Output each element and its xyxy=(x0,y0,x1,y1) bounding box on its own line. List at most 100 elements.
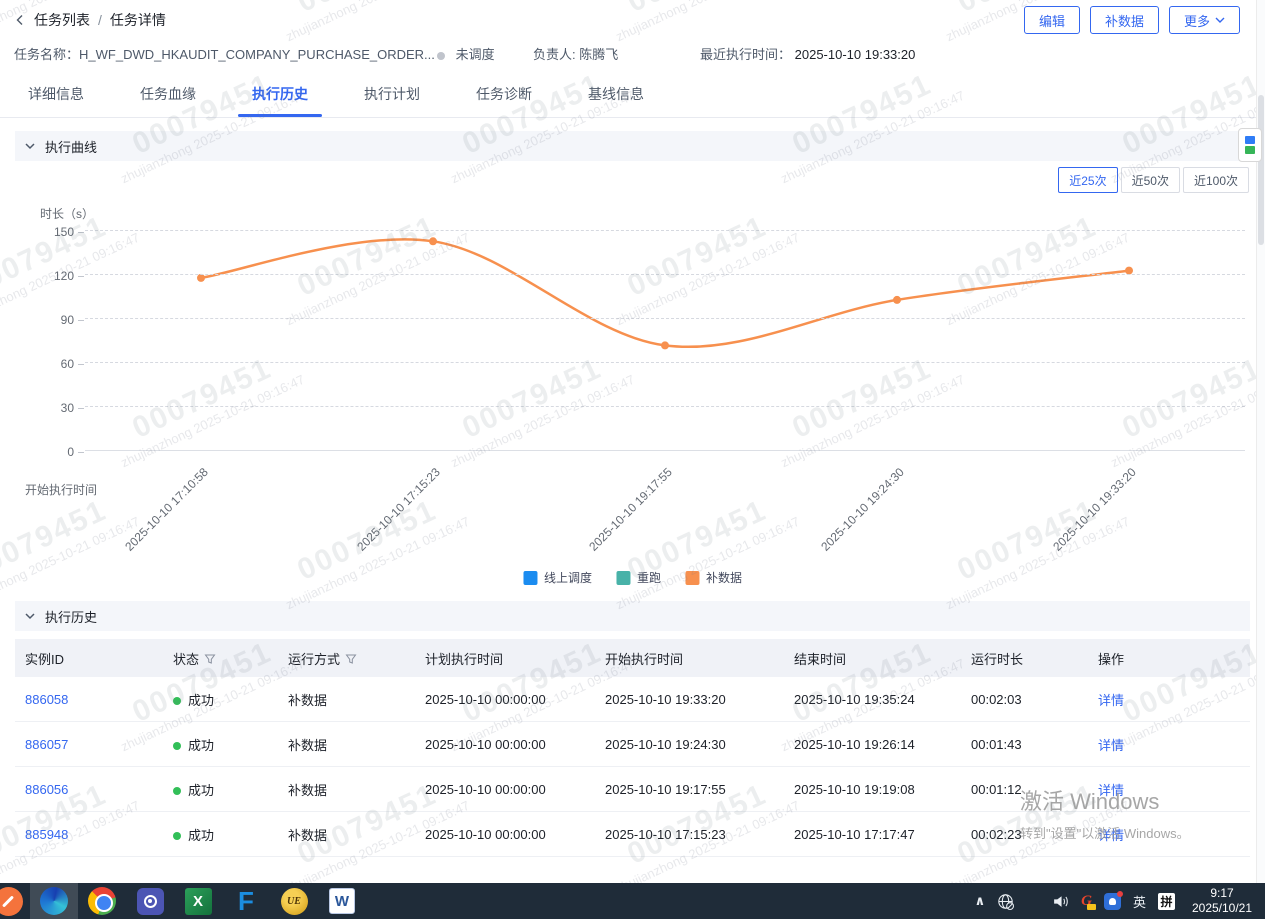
excel-icon[interactable]: X xyxy=(174,883,222,919)
widget-icon xyxy=(1245,136,1255,144)
more-button[interactable]: 更多 xyxy=(1169,6,1240,34)
duration-cell: 00:01:43 xyxy=(971,737,1098,752)
back-icon[interactable] xyxy=(14,14,26,26)
task-info-row: 任务名称：H_WF_DWD_HKAUDIT_COMPANY_PURCHASE_O… xyxy=(0,40,1265,66)
end-time-cell: 2025-10-10 19:35:24 xyxy=(794,692,971,707)
system-tray: ∧ G 英 拼 9:17 2025/10/21 xyxy=(975,886,1265,916)
start-time-cell: 2025-10-10 19:33:20 xyxy=(605,692,794,707)
start-time-cell: 2025-10-10 17:15:23 xyxy=(605,827,794,842)
table-header-row: 实例ID 状态 运行方式 计划执行时间 开始执行时间 结束时间 运行时长 操作 xyxy=(15,639,1250,677)
pen-app-icon[interactable] xyxy=(0,883,30,919)
x-tick-label: 2025-10-10 19:33:20 xyxy=(1050,465,1139,554)
tab-task-lineage[interactable]: 任务血缘 xyxy=(140,80,196,117)
gridline xyxy=(85,318,1245,319)
f-app-icon[interactable]: F xyxy=(222,883,270,919)
success-dot-icon xyxy=(173,787,181,795)
backfill-button[interactable]: 补数据 xyxy=(1090,6,1159,34)
planned-time-cell: 2025-10-10 00:00:00 xyxy=(425,737,605,752)
screen: 任务列表 / 任务详情 编辑 补数据 更多 任务名称：H_WF_DWD_HKAU… xyxy=(0,0,1265,919)
edge-browser-icon[interactable] xyxy=(30,883,78,919)
history-section-header[interactable]: 执行历史 xyxy=(15,601,1250,631)
gridline xyxy=(85,362,1245,363)
x-tick-label: 2025-10-10 19:24:30 xyxy=(818,465,907,554)
range-button-group: 近25次 近50次 近100次 xyxy=(1058,167,1249,193)
y-tick-label: 0 xyxy=(67,445,84,459)
chrome-browser-icon[interactable] xyxy=(78,883,126,919)
notification-app-icon[interactable] xyxy=(1104,893,1121,910)
floating-extension-widget[interactable] xyxy=(1238,128,1262,162)
success-dot-icon xyxy=(173,742,181,750)
tab-task-diagnosis[interactable]: 任务诊断 xyxy=(476,80,532,117)
gridline xyxy=(85,450,1245,451)
y-tick-label: 30 xyxy=(61,401,84,415)
status-dot-icon xyxy=(437,52,445,60)
messenger-app-icon[interactable] xyxy=(126,883,174,919)
planned-time-cell: 2025-10-10 00:00:00 xyxy=(425,827,605,842)
tab-detail-info[interactable]: 详细信息 xyxy=(28,80,84,117)
instance-id-link[interactable]: 886056 xyxy=(25,782,173,797)
word-icon[interactable]: W xyxy=(318,883,366,919)
y-tick-label: 90 xyxy=(61,313,84,327)
range-last50-button[interactable]: 近50次 xyxy=(1121,167,1180,193)
taskbar-clock[interactable]: 9:17 2025/10/21 xyxy=(1187,886,1257,916)
range-last100-button[interactable]: 近100次 xyxy=(1183,167,1249,193)
x-tick-label: 2025-10-10 19:17:55 xyxy=(586,465,675,554)
legend-swatch-icon xyxy=(685,571,699,585)
col-run-mode: 运行方式 xyxy=(288,649,425,668)
ultraedit-icon[interactable]: UE xyxy=(270,883,318,919)
y-tick-label: 150 xyxy=(54,225,84,239)
scrollbar-thumb[interactable] xyxy=(1258,95,1264,245)
detail-link[interactable]: 详情 xyxy=(1098,735,1250,754)
success-dot-icon xyxy=(173,697,181,705)
legend-item[interactable]: 重跑 xyxy=(616,569,661,586)
run-mode-cell: 补数据 xyxy=(288,825,425,844)
breadcrumb-task-list[interactable]: 任务列表 xyxy=(34,10,90,30)
start-time-cell: 2025-10-10 19:24:30 xyxy=(605,737,794,752)
ime-pinyin-indicator[interactable]: 拼 xyxy=(1158,893,1175,910)
tab-baseline-info[interactable]: 基线信息 xyxy=(588,80,644,117)
detail-link[interactable]: 详情 xyxy=(1098,690,1250,709)
ime-language-indicator[interactable]: 英 xyxy=(1133,892,1146,911)
tab-execution-history[interactable]: 执行历史 xyxy=(252,80,308,117)
tab-execution-plan[interactable]: 执行计划 xyxy=(364,80,420,117)
instance-id-link[interactable]: 885948 xyxy=(25,827,173,842)
y-axis: 1501209060300 xyxy=(0,220,84,451)
end-time-cell: 2025-10-10 19:26:14 xyxy=(794,737,971,752)
header-actions: 编辑 补数据 更多 xyxy=(1024,6,1240,34)
planned-time-cell: 2025-10-10 00:00:00 xyxy=(425,692,605,707)
tray-expand-icon[interactable]: ∧ xyxy=(975,893,986,909)
instance-id-link[interactable]: 886058 xyxy=(25,692,173,707)
activate-windows-watermark: 激活 Windows 转到"设置"以激活 Windows。 xyxy=(1020,784,1190,842)
last-run-time: 最近执行时间： 2025-10-10 19:33:20 xyxy=(700,44,915,63)
status-cell: 成功 xyxy=(173,780,288,799)
table-row: 886058 成功 补数据 2025-10-10 00:00:00 2025-1… xyxy=(15,677,1250,722)
execution-curve-chart: 近25次 近50次 近100次 时长（s） 1501209060300 2025… xyxy=(0,161,1265,601)
breadcrumb: 任务列表 / 任务详情 xyxy=(14,10,166,30)
windows-input-icon[interactable] xyxy=(1026,894,1040,908)
filter-icon[interactable] xyxy=(345,653,357,665)
range-last25-button[interactable]: 近25次 xyxy=(1058,167,1117,193)
status-cell: 成功 xyxy=(173,825,288,844)
foxmail-icon[interactable]: G xyxy=(1081,893,1092,910)
duration-cell: 00:02:03 xyxy=(971,692,1098,707)
edit-button[interactable]: 编辑 xyxy=(1024,6,1080,34)
col-status: 状态 xyxy=(173,649,288,668)
line-series xyxy=(85,220,1245,451)
col-start-time: 开始执行时间 xyxy=(605,649,794,668)
network-globe-icon[interactable] xyxy=(997,893,1014,910)
volume-icon[interactable] xyxy=(1052,893,1069,910)
end-time-cell: 2025-10-10 17:17:47 xyxy=(794,827,971,842)
col-operation: 操作 xyxy=(1098,649,1250,668)
col-duration: 运行时长 xyxy=(971,649,1098,668)
instance-id-link[interactable]: 886057 xyxy=(25,737,173,752)
x-tick-label: 2025-10-10 17:10:58 xyxy=(122,465,211,554)
filter-icon[interactable] xyxy=(204,653,216,665)
legend-item[interactable]: 线上调度 xyxy=(523,569,592,586)
curve-section-title: 执行曲线 xyxy=(45,137,97,156)
time: 9:17 xyxy=(1187,886,1257,901)
legend-item[interactable]: 补数据 xyxy=(685,569,742,586)
curve-section-header[interactable]: 执行曲线 xyxy=(15,131,1250,161)
run-mode-cell: 补数据 xyxy=(288,780,425,799)
plot-area xyxy=(85,220,1245,451)
notification-badge xyxy=(1117,891,1123,897)
